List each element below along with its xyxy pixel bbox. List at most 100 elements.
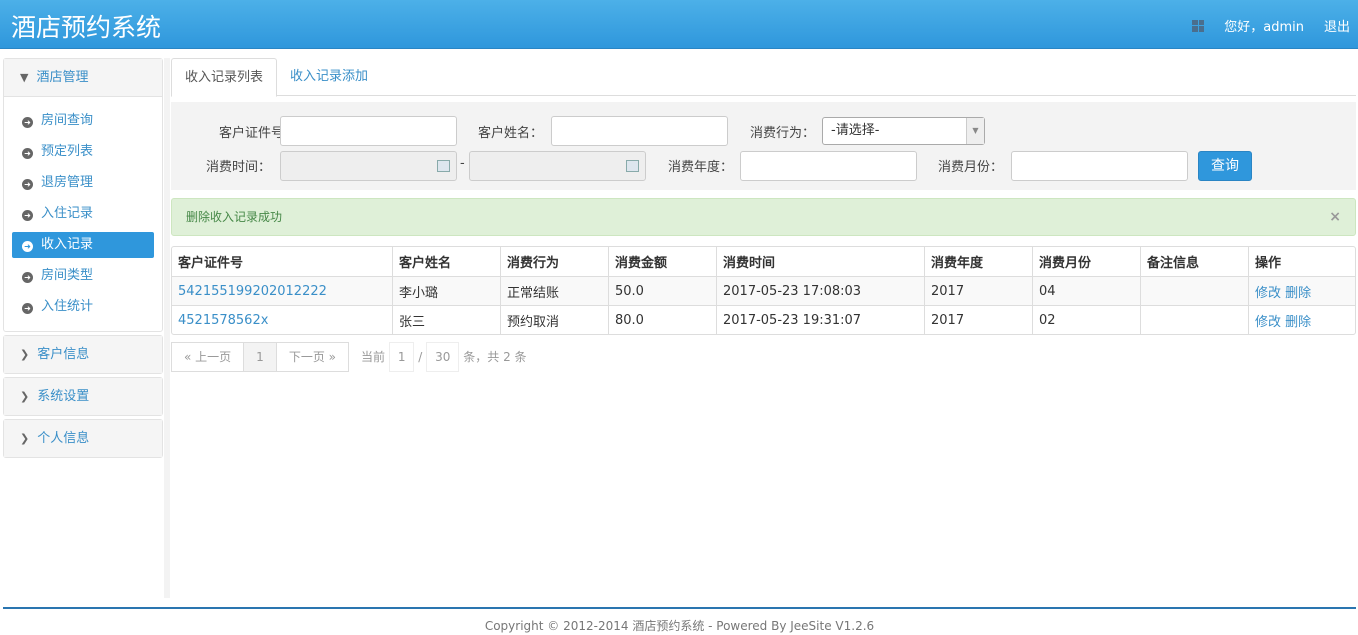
alert-message: 删除收入记录成功 bbox=[186, 210, 283, 224]
time-end-input[interactable] bbox=[469, 151, 646, 181]
sidebar-item[interactable]: ➜ 入住统计 bbox=[12, 294, 154, 320]
sidebar-group-label: 客户信息 bbox=[37, 347, 90, 362]
sidebar-item-label: 入住记录 bbox=[41, 206, 94, 221]
sidebar-group: ▼ 酒店管理 ➜ 房间查询 ➜ 预定列表 ➜ 退房管理 ➜ 入住记录 ➜ 收入记录 ➜ 房间类型 ➜ 入住统计 bbox=[3, 58, 163, 332]
sidebar-item-label: 预定列表 bbox=[41, 144, 94, 159]
month-input[interactable] bbox=[1011, 151, 1188, 181]
id-link[interactable]: 542155199202012222 bbox=[178, 284, 327, 299]
year-label: 消费年度： bbox=[667, 160, 733, 175]
arrow-circle-icon: ➜ bbox=[22, 117, 33, 128]
logout-link[interactable]: 退出 bbox=[1324, 16, 1350, 35]
table-cell: 80.0 bbox=[608, 305, 716, 334]
arrow-circle-icon: ➜ bbox=[22, 241, 33, 252]
table-cell bbox=[1140, 276, 1248, 305]
sidebar-splitter[interactable] bbox=[164, 58, 170, 598]
footer: Copyright © 2012-2014 酒店预约系统 - Powered B… bbox=[3, 607, 1356, 634]
sidebar-item-label: 房间查询 bbox=[41, 113, 94, 128]
sidebar-group: ❯ 系统设置 bbox=[3, 377, 163, 416]
pagination: « 上一页 1 下一页 » 当前 1 / 30 条，共 2 条 bbox=[171, 342, 527, 372]
pager-total: 条，共 2 条 bbox=[463, 350, 527, 364]
pager-current-label: 当前 bbox=[360, 350, 385, 364]
pager-slash: / bbox=[418, 350, 423, 364]
chevron-down-icon: ▼ bbox=[20, 71, 29, 84]
page-size-input[interactable]: 30 bbox=[426, 342, 460, 372]
table-cell: 张三 bbox=[392, 305, 500, 334]
table-cell: 预约取消 bbox=[500, 305, 608, 334]
chevron-right-icon: ❯ bbox=[20, 432, 30, 445]
top-header: 酒店预约系统 您好，admin 退出 bbox=[0, 0, 1358, 49]
time-start-input[interactable] bbox=[280, 151, 457, 181]
id-input[interactable] bbox=[280, 116, 457, 146]
column-header: 消费金额 bbox=[608, 247, 716, 276]
arrow-circle-icon: ➜ bbox=[22, 148, 33, 159]
name-input[interactable] bbox=[551, 116, 728, 146]
sidebar: ▼ 酒店管理 ➜ 房间查询 ➜ 预定列表 ➜ 退房管理 ➜ 入住记录 ➜ 收入记录 ➜ 房间类型 ➜ 入住统计… bbox=[3, 58, 163, 461]
id-link[interactable]: 4521578562x bbox=[178, 313, 268, 328]
page-number-input[interactable]: 1 bbox=[388, 342, 415, 372]
search-button[interactable]: 查询 bbox=[1198, 151, 1252, 181]
sidebar-group: ❯ 个人信息 bbox=[3, 419, 163, 458]
next-page-button[interactable]: 下一页 » bbox=[275, 342, 349, 372]
sidebar-item[interactable]: ➜ 房间查询 bbox=[12, 108, 154, 134]
search-form: 客户证件号： 客户姓名： 消费行为： -请选择- ▼ 消费时间： - 消费年度： … bbox=[171, 102, 1356, 190]
arrow-circle-icon: ➜ bbox=[22, 272, 33, 283]
column-header: 消费时间 bbox=[716, 247, 924, 276]
page-1-button[interactable]: 1 bbox=[243, 342, 277, 372]
sidebar-item[interactable]: ➜ 入住记录 bbox=[12, 201, 154, 227]
table-cell bbox=[1140, 305, 1248, 334]
sidebar-group-header[interactable]: ❯ 系统设置 bbox=[4, 378, 162, 415]
main-content: 收入记录列表 收入记录添加 客户证件号： 客户姓名： 消费行为： -请选择- ▼ … bbox=[171, 58, 1356, 372]
sidebar-item[interactable]: ➜ 预定列表 bbox=[12, 139, 154, 165]
sidebar-group-label: 酒店管理 bbox=[36, 70, 89, 85]
sidebar-group: ❯ 客户信息 bbox=[3, 335, 163, 374]
action-select[interactable]: -请选择- ▼ bbox=[822, 117, 985, 145]
column-header: 消费月份 bbox=[1032, 247, 1140, 276]
column-header: 操作 bbox=[1248, 247, 1355, 276]
arrow-circle-icon: ➜ bbox=[22, 303, 33, 314]
sidebar-group-header[interactable]: ❯ 客户信息 bbox=[4, 336, 162, 373]
success-alert: 删除收入记录成功 × bbox=[171, 198, 1356, 236]
table-cell: 50.0 bbox=[608, 276, 716, 305]
tab-income-list[interactable]: 收入记录列表 bbox=[171, 58, 278, 97]
table-cell: 02 bbox=[1032, 305, 1140, 334]
calendar-icon bbox=[437, 160, 450, 172]
prev-page-button[interactable]: « 上一页 bbox=[171, 342, 245, 372]
sidebar-item-label: 收入记录 bbox=[41, 237, 94, 252]
table-cell: 正常结账 bbox=[500, 276, 608, 305]
table-cell: 2017-05-23 17:08:03 bbox=[716, 276, 924, 305]
income-table: 客户证件号 客户姓名 消费行为 消费金额 消费时间 消费年度 消费月份 备注信息 操作 5421… bbox=[171, 246, 1356, 335]
sidebar-item-label: 房间类型 bbox=[41, 268, 94, 283]
table-row: 4521578562x 张三 预约取消 80.0 2017-05-23 19:31:07… bbox=[172, 305, 1355, 334]
calendar-icon bbox=[626, 160, 639, 172]
delete-link[interactable]: 删除 bbox=[1285, 286, 1311, 301]
sidebar-item[interactable]: ➜ 房间类型 bbox=[12, 263, 154, 289]
sidebar-group-label: 个人信息 bbox=[37, 431, 90, 446]
action-select-value: -请选择- bbox=[831, 123, 880, 138]
name-label: 客户姓名： bbox=[477, 126, 543, 141]
table-cell: 2017-05-23 19:31:07 bbox=[716, 305, 924, 334]
delete-link[interactable]: 删除 bbox=[1285, 315, 1311, 330]
sidebar-item[interactable]: ➜ 退房管理 bbox=[12, 170, 154, 196]
arrow-circle-icon: ➜ bbox=[22, 179, 33, 190]
tab-income-add[interactable]: 收入记录添加 bbox=[277, 58, 381, 95]
year-input[interactable] bbox=[740, 151, 917, 181]
grid-icon[interactable] bbox=[1192, 19, 1205, 32]
sidebar-group-header[interactable]: ▼ 酒店管理 bbox=[4, 59, 162, 96]
table-row: 542155199202012222 李小璐 正常结账 50.0 2017-05-23 … bbox=[172, 276, 1355, 305]
column-header: 客户证件号 bbox=[178, 256, 244, 271]
sidebar-group-label: 系统设置 bbox=[37, 389, 90, 404]
edit-link[interactable]: 修改 bbox=[1255, 286, 1281, 301]
month-label: 消费月份： bbox=[937, 160, 1003, 175]
table-cell: 2017 bbox=[924, 305, 1032, 334]
sidebar-group-header[interactable]: ❯ 个人信息 bbox=[4, 420, 162, 457]
close-icon[interactable]: × bbox=[1329, 199, 1341, 235]
column-header: 消费年度 bbox=[924, 247, 1032, 276]
column-header: 备注信息 bbox=[1140, 247, 1248, 276]
time-range-dash: - bbox=[460, 156, 465, 171]
sidebar-item[interactable]: ➜ 收入记录 bbox=[12, 232, 154, 258]
greeting: 您好，admin bbox=[1224, 20, 1304, 35]
time-label: 消费时间： bbox=[205, 160, 271, 175]
column-header: 消费行为 bbox=[500, 247, 608, 276]
chevron-right-icon: ❯ bbox=[20, 390, 30, 403]
edit-link[interactable]: 修改 bbox=[1255, 315, 1281, 330]
